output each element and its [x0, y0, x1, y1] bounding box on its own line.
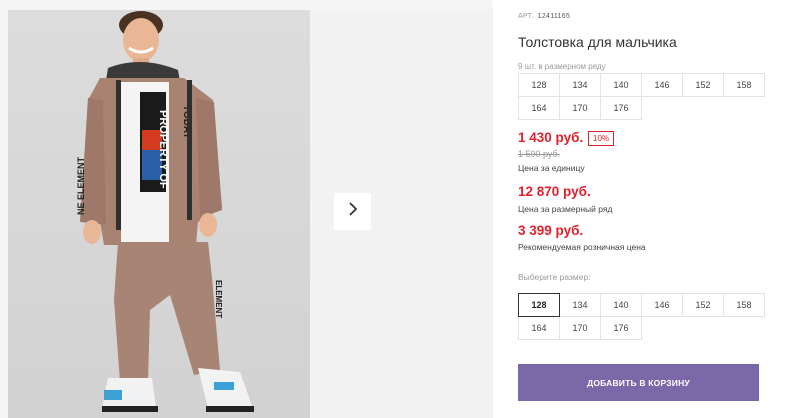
- size-select-label: Выберите размер:: [518, 272, 591, 282]
- product-gallery: PROPERTY OF TODAY NE ELEMENT ELEMENT: [0, 0, 493, 418]
- chevron-right-icon: [347, 201, 359, 222]
- product-title: Толстовка для мальчика: [518, 34, 677, 50]
- sleeve-print-text: NE ELEMENT: [76, 156, 86, 215]
- sku-label: АРТ.: [518, 13, 534, 20]
- pack-size-cell: 158: [723, 73, 765, 97]
- pants-print-text: ELEMENT: [214, 280, 223, 318]
- sku: АРТ. 12411165: [518, 13, 570, 20]
- size-option-158[interactable]: 158: [723, 293, 765, 317]
- product-info: АРТ. 12411165 Толстовка для мальчика 9 шт…: [518, 0, 800, 418]
- unit-price: 1 430 руб.: [518, 130, 584, 145]
- gallery-next-button[interactable]: [334, 193, 371, 230]
- old-price: 1 590 руб.: [518, 149, 561, 159]
- pack-price: 12 870 руб.: [518, 184, 591, 199]
- size-option-164[interactable]: 164: [518, 316, 560, 340]
- pack-size-cell: 146: [641, 73, 683, 97]
- product-photo[interactable]: PROPERTY OF TODAY NE ELEMENT ELEMENT: [8, 10, 310, 418]
- size-option-140[interactable]: 140: [600, 293, 642, 317]
- pack-size-cell: 170: [559, 96, 601, 120]
- pack-size-cell: 152: [682, 73, 724, 97]
- boy-model-illustration: PROPERTY OF TODAY NE ELEMENT ELEMENT: [76, 11, 254, 412]
- rrp-price: 3 399 руб.: [518, 223, 584, 238]
- sku-value: 12411165: [537, 13, 571, 20]
- pack-size-grid: 128 134 140 146 152 158 164 170 176: [518, 73, 765, 120]
- size-option-134[interactable]: 134: [559, 293, 601, 317]
- rrp-price-caption: Рекомендуемая розничная цена: [518, 242, 646, 252]
- size-option-170[interactable]: 170: [559, 316, 601, 340]
- size-selector: 128 134 140 146 152 158 164 170 176: [518, 293, 765, 340]
- pack-size-cell: 176: [600, 96, 642, 120]
- unit-price-caption: Цена за единицу: [518, 163, 585, 173]
- pack-size-cell: 134: [559, 73, 601, 97]
- size-option-146[interactable]: 146: [641, 293, 683, 317]
- pack-size-cell: 128: [518, 73, 560, 97]
- pack-size-cell: 140: [600, 73, 642, 97]
- pack-note: 9 шт. в размерном ряду: [518, 62, 606, 71]
- add-to-cart-button[interactable]: ДОБАВИТЬ В КОРЗИНУ: [518, 364, 759, 401]
- size-option-152[interactable]: 152: [682, 293, 724, 317]
- pack-size-cell: 164: [518, 96, 560, 120]
- pack-price-caption: Цена за размерный ряд: [518, 204, 613, 214]
- shirt-print-text: PROPERTY OF: [157, 110, 169, 189]
- discount-badge: 10%: [588, 131, 615, 146]
- size-option-128[interactable]: 128: [518, 293, 560, 317]
- size-option-176[interactable]: 176: [600, 316, 642, 340]
